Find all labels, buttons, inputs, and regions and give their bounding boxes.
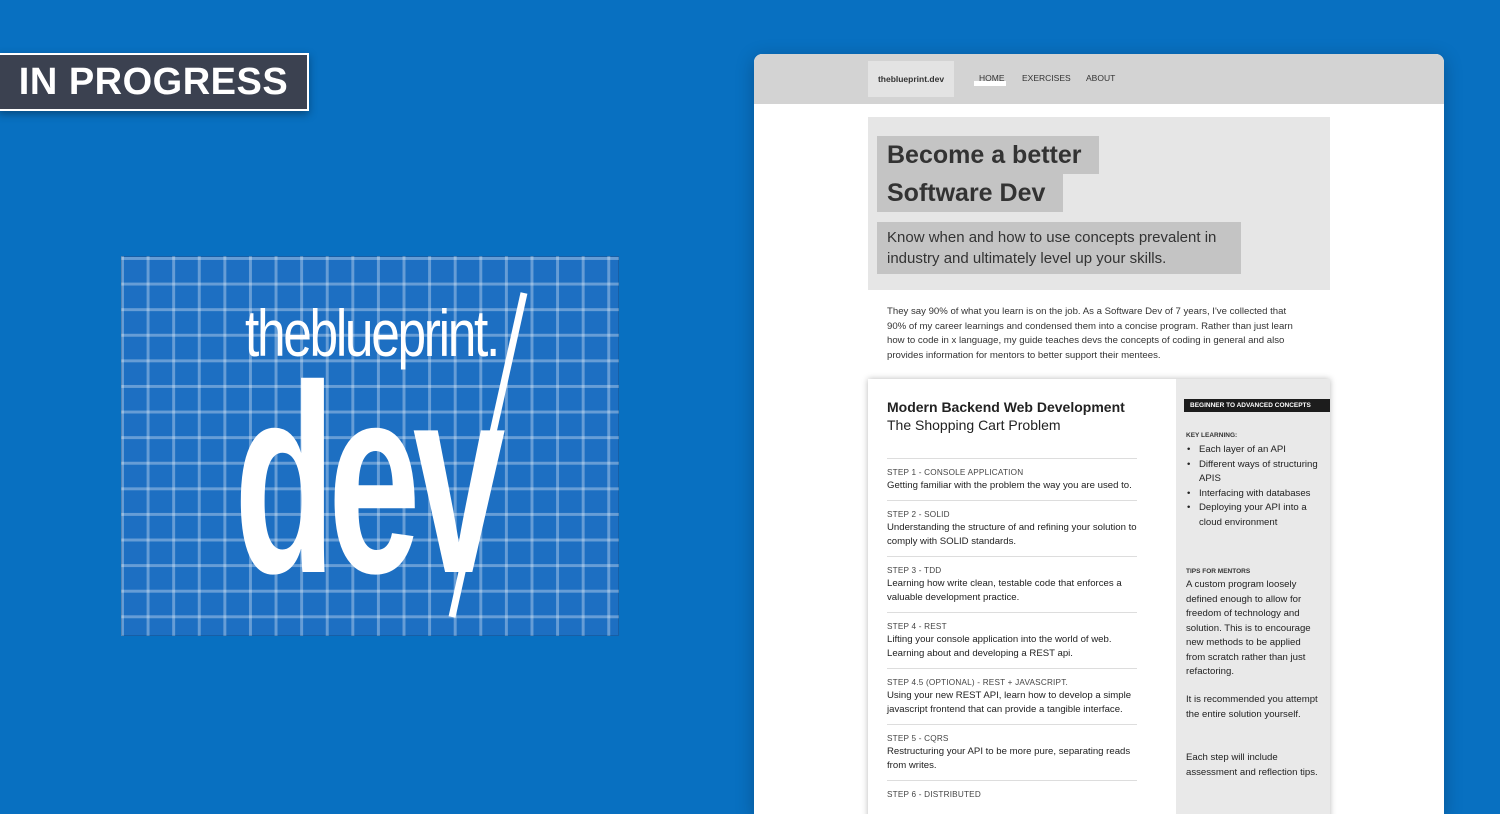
list-item: Each layer of an API bbox=[1186, 443, 1320, 458]
hero-title-line1: Become a better bbox=[877, 136, 1099, 174]
step-description: Lifting your console application into th… bbox=[887, 633, 1112, 660]
step-item[interactable]: STEP 5 - CQRS Restructuring your API to … bbox=[887, 723, 1137, 780]
step-label: STEP 4 - REST bbox=[887, 621, 947, 631]
tips-paragraph: It is recommended you attempt the entire… bbox=[1186, 694, 1318, 720]
step-description: Understanding the structure of and refin… bbox=[887, 521, 1137, 548]
status-badge: IN PROGRESS bbox=[0, 53, 309, 111]
blueprint-logo: theblueprint. dev bbox=[121, 256, 619, 636]
step-item[interactable]: STEP 2 - SOLID Understanding the structu… bbox=[887, 499, 1137, 556]
nav-about[interactable]: ABOUT bbox=[1086, 73, 1115, 83]
step-label: STEP 3 - TDD bbox=[887, 565, 942, 575]
list-item: Different ways of structuring APIS bbox=[1186, 458, 1320, 487]
step-item[interactable]: STEP 4 - REST Lifting your console appli… bbox=[887, 611, 1137, 668]
website-preview-window: theblueprint.dev HOME EXERCISES ABOUT Be… bbox=[754, 54, 1444, 814]
course-card: Modern Backend Web Development The Shopp… bbox=[868, 379, 1330, 814]
logo-slash-icon bbox=[448, 292, 528, 618]
course-steps: STEP 1 - CONSOLE APPLICATION Getting fam… bbox=[887, 458, 1137, 807]
hero-section: Become a better Software Dev Know when a… bbox=[868, 117, 1330, 290]
step-label: STEP 1 - CONSOLE APPLICATION bbox=[887, 468, 1024, 477]
intro-paragraph: They say 90% of what you learn is on the… bbox=[887, 306, 1293, 361]
hero-subtitle: Know when and how to use concepts preval… bbox=[877, 222, 1241, 274]
step-item[interactable]: STEP 1 - CONSOLE APPLICATION Getting fam… bbox=[887, 458, 1137, 500]
level-pill: BEGINNER TO ADVANCED CONCEPTS bbox=[1184, 399, 1330, 412]
step-item[interactable]: STEP 4.5 (OPTIONAL) - REST + JAVASCRIPT.… bbox=[887, 667, 1137, 724]
nav-exercises[interactable]: EXERCISES bbox=[1022, 73, 1071, 83]
site-brand[interactable]: theblueprint.dev bbox=[868, 61, 954, 97]
step-description: Restructuring your API to be more pure, … bbox=[887, 745, 1131, 772]
tips-paragraph: A custom program loosely defined enough … bbox=[1186, 579, 1311, 677]
key-learning-heading: KEY LEARNING: bbox=[1186, 432, 1238, 439]
list-item: Interfacing with databases bbox=[1186, 487, 1320, 502]
step-description: Getting familiar with the problem the wa… bbox=[887, 480, 1132, 491]
step-item[interactable]: STEP 6 - DISTRIBUTED bbox=[887, 779, 1137, 807]
list-item: Deploying your API into a cloud environm… bbox=[1186, 501, 1320, 530]
nav-home[interactable]: HOME bbox=[979, 73, 1005, 83]
step-description: Using your new REST API, learn how to de… bbox=[887, 689, 1132, 716]
step-label: STEP 2 - SOLID bbox=[887, 509, 950, 519]
step-label: STEP 4.5 (OPTIONAL) - REST + JAVASCRIPT. bbox=[887, 677, 1068, 687]
course-title: Modern Backend Web Development bbox=[887, 399, 1125, 415]
tips-heading: TIPS FOR MENTORS bbox=[1186, 568, 1251, 575]
step-label: STEP 6 - DISTRIBUTED bbox=[887, 789, 981, 799]
status-badge-label: IN PROGRESS bbox=[18, 60, 289, 103]
key-learning-list: Each layer of an API Different ways of s… bbox=[1186, 443, 1320, 530]
course-subtitle: The Shopping Cart Problem bbox=[887, 417, 1061, 433]
hero-title-line2: Software Dev bbox=[877, 174, 1063, 212]
step-item[interactable]: STEP 3 - TDD Learning how write clean, t… bbox=[887, 555, 1137, 612]
step-description: Learning how write clean, testable code … bbox=[887, 577, 1122, 604]
tips-paragraph: Each step will include assessment and re… bbox=[1186, 752, 1318, 778]
site-navbar: theblueprint.dev HOME EXERCISES ABOUT bbox=[754, 54, 1444, 104]
step-label: STEP 5 - CQRS bbox=[887, 733, 949, 743]
course-sidebar: BEGINNER TO ADVANCED CONCEPTS KEY LEARNI… bbox=[1176, 379, 1330, 814]
